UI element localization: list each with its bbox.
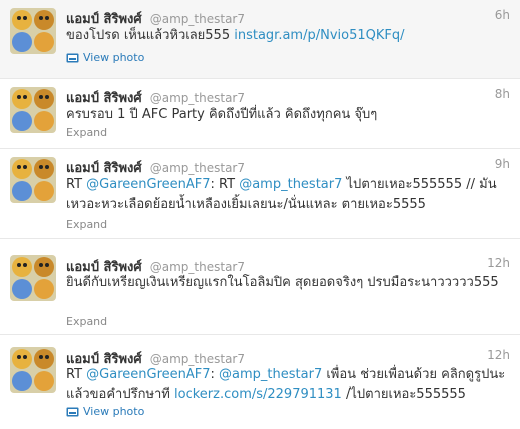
- avatar-image: [10, 347, 56, 393]
- tweet-feed: แอมป์ สิริพงศ์ @amp_thestar7 6h ของโปรด …: [0, 0, 520, 429]
- tweet-item[interactable]: แอมป์ สิริพงศ์ @amp_thestar7 8h ครบรอบ 1…: [0, 79, 520, 149]
- tweet-time[interactable]: 9h: [495, 157, 510, 171]
- tweet-time[interactable]: 6h: [495, 8, 510, 22]
- photo-icon: [66, 53, 79, 62]
- tweet-text-body: ของโปรด เห็นแล้วหิวเลย555: [66, 28, 235, 43]
- tweet-username[interactable]: @amp_thestar7: [150, 12, 245, 26]
- tweet-username[interactable]: @amp_thestar7: [150, 161, 245, 175]
- view-photo-button[interactable]: View photo: [66, 405, 144, 418]
- tweet-username[interactable]: @amp_thestar7: [150, 91, 245, 105]
- tweet-item[interactable]: แอมป์ สิริพงศ์ @amp_thestar7 9h RT @Gare…: [0, 149, 520, 239]
- expand-button[interactable]: Expand: [66, 126, 107, 139]
- view-photo-label: View photo: [83, 405, 145, 418]
- mention-link[interactable]: @GareenGreenAF7: [86, 367, 210, 382]
- tweet-link[interactable]: instagr.am/p/Nvio51QKFq/: [234, 28, 404, 43]
- tweet-fullname[interactable]: แอมป์ สิริพงศ์: [66, 91, 142, 106]
- tweet-text-part: : RT: [210, 177, 240, 192]
- tweet-text: ยินดีกับเหรียญเงินเหรียญแรกในโอลิมปิค สุ…: [66, 275, 499, 290]
- tweet-username[interactable]: @amp_thestar7: [150, 352, 245, 366]
- view-photo-button[interactable]: View photo: [66, 51, 144, 64]
- photo-icon: [66, 407, 79, 416]
- tweet-header: แอมป์ สิริพงศ์ @amp_thestar7 12h: [66, 256, 510, 275]
- avatar-image: [10, 255, 56, 301]
- tweet-time[interactable]: 12h: [487, 348, 510, 362]
- tweet-link[interactable]: lockerz.com/s/229791131: [174, 387, 342, 402]
- tweet-text: RT @GareenGreenAF7: @amp_thestar7 เพื่อน…: [66, 365, 510, 405]
- avatar[interactable]: [10, 8, 56, 54]
- avatar-image: [10, 8, 56, 54]
- avatar-image: [10, 87, 56, 133]
- tweet-header: แอมป์ สิริพงศ์ @amp_thestar7 9h: [66, 157, 510, 176]
- tweet-item[interactable]: แอมป์ สิริพงศ์ @amp_thestar7 6h ของโปรด …: [0, 0, 520, 79]
- tweet-username[interactable]: @amp_thestar7: [150, 260, 245, 274]
- tweet-time[interactable]: 12h: [487, 256, 510, 270]
- tweet-time[interactable]: 8h: [495, 87, 510, 101]
- avatar[interactable]: [10, 255, 56, 301]
- view-photo-label: View photo: [83, 51, 145, 64]
- tweet-text-part: RT: [66, 367, 87, 382]
- tweet-item[interactable]: แอมป์ สิริพงศ์ @amp_thestar7 12h RT @Gar…: [0, 335, 520, 429]
- tweet-fullname[interactable]: แอมป์ สิริพงศ์: [66, 161, 142, 176]
- avatar-image: [10, 157, 56, 203]
- mention-link[interactable]: @GareenGreenAF7: [86, 177, 210, 192]
- tweet-header: แอมป์ สิริพงศ์ @amp_thestar7 12h: [66, 348, 510, 367]
- tweet-fullname[interactable]: แอมป์ สิริพงศ์: [66, 12, 142, 27]
- tweet-text-part: RT: [66, 177, 87, 192]
- tweet-text-part: /ไปตายเหอะ555555: [341, 387, 466, 402]
- mention-link[interactable]: @amp_thestar7: [219, 367, 322, 382]
- expand-button[interactable]: Expand: [66, 218, 107, 231]
- tweet-item[interactable]: แอมป์ สิริพงศ์ @amp_thestar7 12h ยินดีกั…: [0, 239, 520, 335]
- avatar[interactable]: [10, 87, 56, 133]
- tweet-header: แอมป์ สิริพงศ์ @amp_thestar7 8h: [66, 87, 510, 106]
- tweet-header: แอมป์ สิริพงศ์ @amp_thestar7 6h: [66, 8, 510, 27]
- mention-link[interactable]: @amp_thestar7: [239, 177, 342, 192]
- expand-button[interactable]: Expand: [66, 315, 107, 328]
- tweet-text: RT @GareenGreenAF7: RT @amp_thestar7 ไปต…: [66, 175, 510, 215]
- tweet-text-part: :: [210, 367, 220, 382]
- tweet-text: ครบรอบ 1 ปี AFC Party คิดถึงปีที่แล้ว คิ…: [66, 107, 378, 122]
- avatar[interactable]: [10, 347, 56, 393]
- tweet-text: ของโปรด เห็นแล้วหิวเลย555 instagr.am/p/N…: [66, 26, 510, 46]
- avatar[interactable]: [10, 157, 56, 203]
